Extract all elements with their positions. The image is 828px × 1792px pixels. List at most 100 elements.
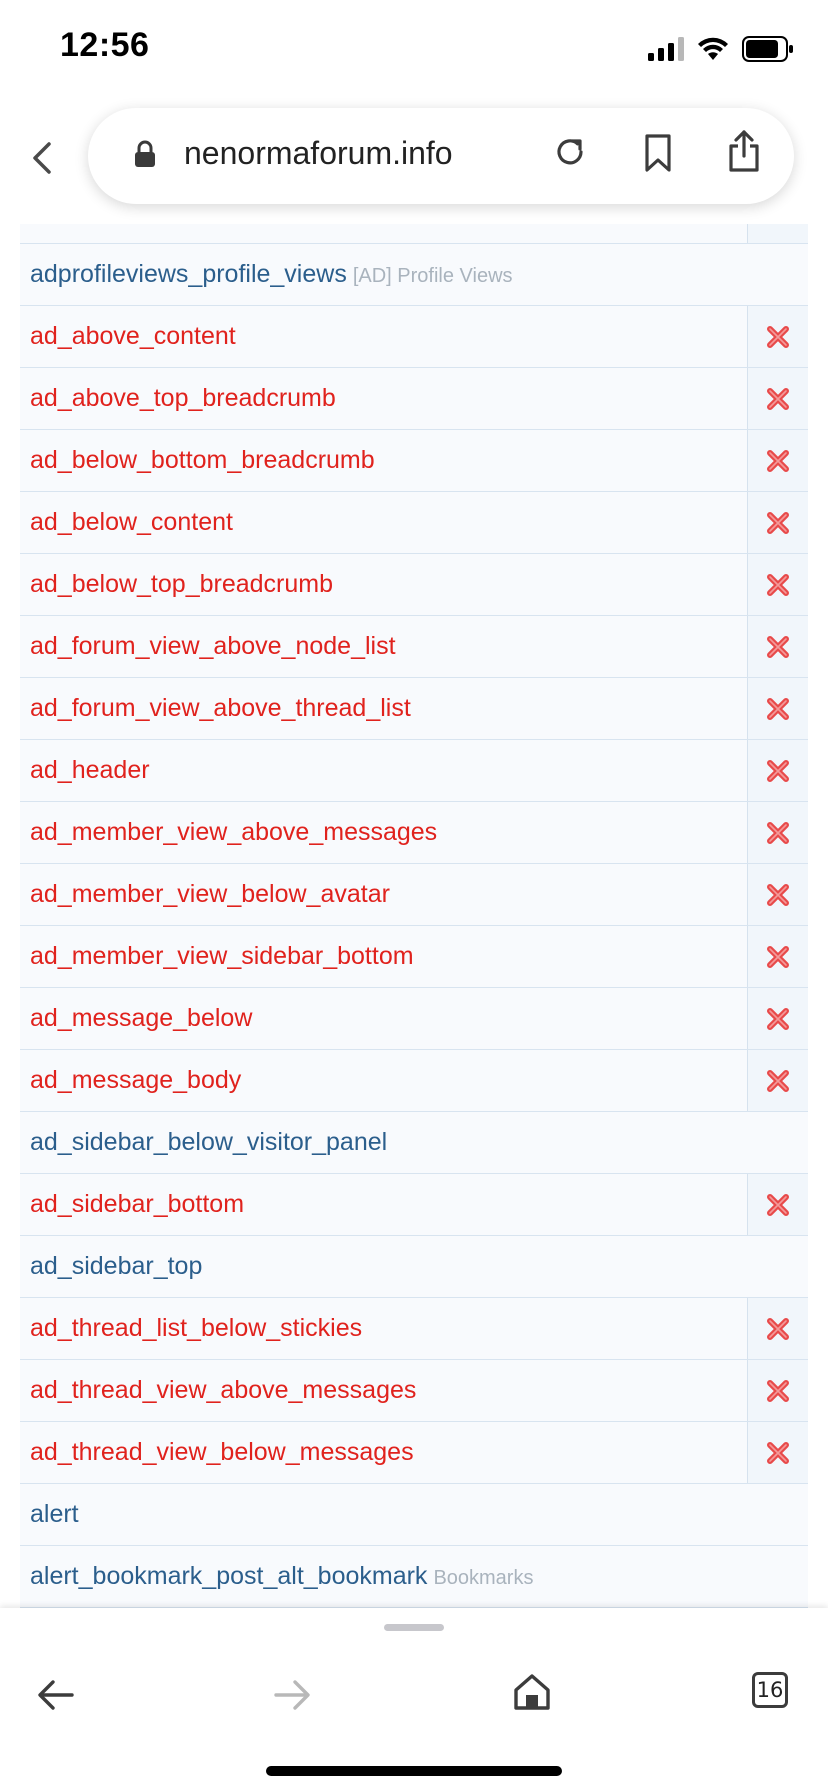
browser-page: 12:56 nenormaforum.info adprofileviews_p… — [0, 0, 828, 1792]
template-name-link[interactable]: ad_member_view_below_avatar — [30, 880, 390, 908]
list-item: ad_sidebar_bottom — [20, 1174, 808, 1236]
delete-x-icon — [767, 1379, 789, 1402]
list-item-label: alert_bookmark_post_alt_bookmark Bookmark… — [30, 1546, 533, 1607]
template-name-link[interactable]: ad_below_bottom_breadcrumb — [30, 446, 375, 474]
list-item: ad_header — [20, 740, 808, 802]
template-name-link[interactable]: ad_thread_view_below_messages — [30, 1438, 414, 1466]
delete-x-icon — [767, 883, 789, 906]
delete-button[interactable] — [747, 616, 808, 677]
template-name-link[interactable]: adprofileviews_profile_views — [30, 260, 347, 288]
list-item: ad_forum_view_above_node_list — [20, 616, 808, 678]
toolbar-grabber[interactable] — [384, 1624, 444, 1631]
template-name-link[interactable]: ad_sidebar_below_visitor_panel — [30, 1128, 387, 1156]
template-name-link[interactable]: ad_sidebar_bottom — [30, 1190, 244, 1218]
list-item-label: ad_member_view_above_messages — [30, 802, 437, 863]
home-icon[interactable] — [512, 1672, 552, 1717]
delete-button[interactable] — [747, 802, 808, 863]
delete-button[interactable] — [747, 1360, 808, 1421]
url-bar[interactable]: nenormaforum.info — [88, 108, 794, 204]
list-item-label: ad_above_content — [30, 306, 236, 367]
delete-x-icon — [767, 325, 789, 348]
list-item-label: alert — [30, 1484, 79, 1545]
delete-button[interactable] — [747, 678, 808, 739]
delete-button[interactable] — [747, 306, 808, 367]
delete-button[interactable] — [747, 1422, 808, 1483]
delete-x-icon — [767, 511, 789, 534]
list-item-label: ad_below_bottom_breadcrumb — [30, 430, 375, 491]
list-item: ad_forum_view_above_thread_list — [20, 678, 808, 740]
delete-x-icon — [767, 1007, 789, 1030]
back-chevron-icon[interactable] — [22, 134, 62, 182]
tabs-button[interactable]: 16 — [752, 1672, 788, 1708]
template-name-link[interactable]: ad_below_content — [30, 508, 233, 536]
template-name-link[interactable]: ad_forum_view_above_thread_list — [30, 694, 411, 722]
template-name-link[interactable]: ad_sidebar_top — [30, 1252, 202, 1280]
template-name-link[interactable]: ad_member_view_sidebar_bottom — [30, 942, 414, 970]
list-item: ad_below_bottom_breadcrumb — [20, 430, 808, 492]
list-item-label: ad_sidebar_bottom — [30, 1174, 244, 1235]
delete-x-icon — [767, 1069, 789, 1092]
delete-button[interactable] — [747, 1298, 808, 1359]
status-bar: 12:56 — [0, 0, 828, 100]
delete-button[interactable] — [747, 430, 808, 491]
delete-button[interactable] — [747, 492, 808, 553]
list-item: ad_member_view_above_messages — [20, 802, 808, 864]
bookmark-icon[interactable] — [640, 132, 676, 179]
list-item: ad_sidebar_below_visitor_panel — [20, 1112, 808, 1174]
list-item-label: ad_thread_list_below_stickies — [30, 1298, 362, 1359]
list-item-label: ad_member_view_sidebar_bottom — [30, 926, 414, 987]
share-icon[interactable] — [724, 128, 764, 179]
list-item-label: adprofileviews_profile_views [AD] Profile… — [30, 244, 513, 305]
delete-button[interactable] — [747, 1174, 808, 1235]
delete-button[interactable] — [747, 864, 808, 925]
list-item-label: ad_below_top_breadcrumb — [30, 554, 333, 615]
list-item: ad_message_body — [20, 1050, 808, 1112]
template-name-link[interactable]: ad_above_content — [30, 322, 236, 350]
list-item-label: ad_above_top_breadcrumb — [30, 368, 336, 429]
delete-x-icon — [767, 1441, 789, 1464]
delete-button[interactable] — [747, 926, 808, 987]
template-name-link[interactable]: ad_forum_view_above_node_list — [30, 632, 396, 660]
delete-button[interactable] — [747, 368, 808, 429]
delete-button[interactable] — [747, 988, 808, 1049]
template-hint: [AD] Profile Views — [352, 265, 513, 287]
list-item: alert_bookmark_post_alt_bookmark Bookmark… — [20, 1546, 808, 1608]
list-item: alert — [20, 1484, 808, 1546]
template-name-link[interactable]: ad_message_below — [30, 1004, 252, 1032]
delete-x-icon — [767, 635, 789, 658]
template-name-link[interactable]: ad_below_top_breadcrumb — [30, 570, 333, 598]
home-indicator — [266, 1766, 562, 1776]
template-name-link[interactable]: ad_above_top_breadcrumb — [30, 384, 336, 412]
cellular-signal-icon — [648, 37, 684, 66]
list-item: ad_message_below — [20, 988, 808, 1050]
template-name-link[interactable]: ad_member_view_above_messages — [30, 818, 437, 846]
list-item: adprofileviews_profile_views [AD] Profile… — [20, 244, 808, 306]
browser-header: nenormaforum.info — [0, 100, 828, 224]
delete-x-icon — [767, 821, 789, 844]
list-item: ad_member_view_sidebar_bottom — [20, 926, 808, 988]
list-item-label: ad_message_body — [30, 1050, 241, 1111]
list-item: ad_above_content — [20, 306, 808, 368]
template-name-link[interactable]: ad_header — [30, 756, 150, 784]
delete-button[interactable] — [747, 554, 808, 615]
delete-x-icon — [767, 449, 789, 472]
template-name-link[interactable]: ad_thread_list_below_stickies — [30, 1314, 362, 1342]
delete-x-icon — [767, 759, 789, 782]
delete-button[interactable] — [747, 740, 808, 801]
template-name-link[interactable]: ad_message_body — [30, 1066, 241, 1094]
back-arrow-icon[interactable] — [36, 1678, 76, 1717]
template-name-link[interactable]: alert_bookmark_post_alt_bookmark — [30, 1562, 427, 1590]
delete-x-icon — [767, 1317, 789, 1340]
reload-icon[interactable] — [550, 132, 590, 177]
delete-button[interactable] — [747, 1050, 808, 1111]
delete-x-icon — [767, 945, 789, 968]
template-name-link[interactable]: alert — [30, 1500, 79, 1528]
delete-x-icon — [767, 573, 789, 596]
forward-arrow-icon[interactable] — [272, 1678, 312, 1717]
list-item-label: ad_header — [30, 740, 150, 801]
delete-x-icon — [767, 1193, 789, 1216]
template-hint: Bookmarks — [433, 1567, 534, 1589]
list-item-label: ad_sidebar_top — [30, 1236, 202, 1297]
template-name-link[interactable]: ad_thread_view_above_messages — [30, 1376, 416, 1404]
wifi-icon — [696, 36, 730, 67]
